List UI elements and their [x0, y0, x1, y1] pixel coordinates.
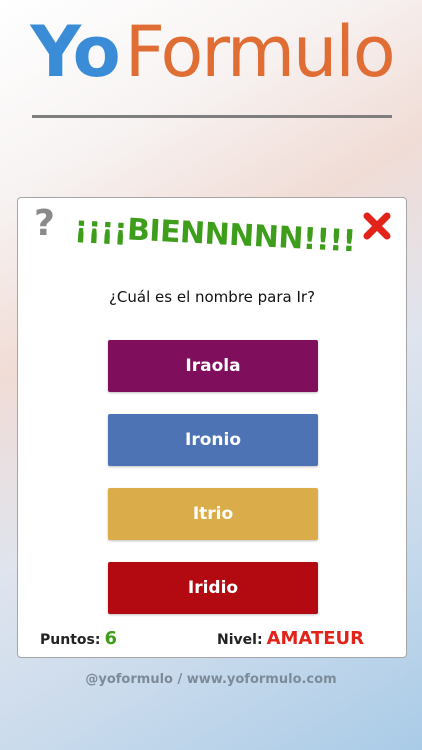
answer-button-3[interactable]: Itrio: [108, 488, 318, 540]
score-label: Puntos:: [40, 632, 101, 648]
app-logo: Yo Formulo: [22, 4, 402, 100]
help-icon[interactable]: ?: [34, 206, 55, 242]
answer-button-2[interactable]: Ironio: [108, 414, 318, 466]
answer-button-4[interactable]: Iridio: [108, 562, 318, 614]
score-value: 6: [104, 628, 117, 649]
logo-yo: Yo: [30, 11, 120, 93]
feedback-message: ¡¡¡¡BIENNNNN!!!!: [73, 209, 357, 260]
level-value: AMATEUR: [266, 628, 364, 649]
logo-formulo: Formulo: [124, 11, 396, 93]
quiz-card: ? ¡¡¡¡BIENNNNN!!!! ¿Cuál es el nombre pa…: [17, 197, 407, 658]
credit-text: @yoformulo / www.yoformulo.com: [85, 672, 337, 687]
score-display: Puntos: 6: [40, 628, 117, 649]
close-icon[interactable]: [361, 210, 393, 242]
question-text: ¿Cuál es el nombre para Ir?: [108, 288, 316, 306]
header-divider: [32, 115, 392, 118]
level-label: Nivel:: [217, 632, 263, 648]
answer-button-1[interactable]: Iraola: [108, 340, 318, 392]
level-display: Nivel: AMATEUR: [217, 628, 364, 649]
